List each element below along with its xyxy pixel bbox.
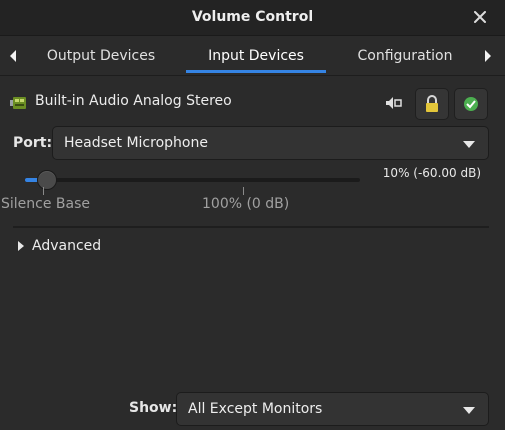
volume-slider-handle[interactable] xyxy=(36,170,57,190)
title-bar: Volume Control xyxy=(0,0,505,36)
sound-card-icon xyxy=(10,97,26,109)
tick-label-100-percent: 100% (0 dB) xyxy=(202,196,290,212)
volume-slider[interactable] xyxy=(25,178,360,182)
device-name: Built-in Audio Analog Stereo xyxy=(35,93,232,109)
port-value: Headset Microphone xyxy=(64,135,208,151)
chevron-down-icon xyxy=(463,407,475,414)
tick-silence-base xyxy=(43,187,44,195)
set-default-button[interactable] xyxy=(454,88,488,120)
check-default-icon xyxy=(464,97,478,111)
port-label: Port: xyxy=(13,135,53,151)
show-value: All Except Monitors xyxy=(188,401,323,417)
volume-readout: 10% (-60.00 dB) xyxy=(382,166,481,180)
chevron-left-icon xyxy=(10,50,16,62)
close-icon xyxy=(474,11,486,23)
advanced-expander[interactable]: Advanced xyxy=(16,236,101,256)
separator xyxy=(13,226,489,228)
tick-label-silence-base: Silence Base xyxy=(1,196,91,212)
tab-output-devices[interactable]: Output Devices xyxy=(28,36,174,76)
active-tab-indicator xyxy=(186,70,326,73)
tick-100-percent xyxy=(243,187,244,195)
chevron-right-icon xyxy=(485,50,491,62)
window-title: Volume Control xyxy=(191,9,314,25)
show-select[interactable]: All Except Monitors xyxy=(176,392,489,426)
chevron-down-icon xyxy=(463,141,475,148)
lock-icon xyxy=(426,95,438,112)
close-button[interactable] xyxy=(471,8,489,26)
lock-channels-button[interactable] xyxy=(415,88,449,120)
show-label: Show: xyxy=(129,400,178,416)
expander-arrow-icon xyxy=(18,241,24,251)
port-select[interactable]: Headset Microphone xyxy=(52,126,489,160)
device-row: Built-in Audio Analog Stereo xyxy=(10,88,495,120)
mute-microphone-icon[interactable] xyxy=(384,94,402,112)
tab-configuration[interactable]: Configuration xyxy=(338,36,472,76)
tab-scroll-right-button[interactable] xyxy=(481,46,495,66)
tab-scroll-left-button[interactable] xyxy=(6,46,20,66)
advanced-label: Advanced xyxy=(32,238,102,254)
